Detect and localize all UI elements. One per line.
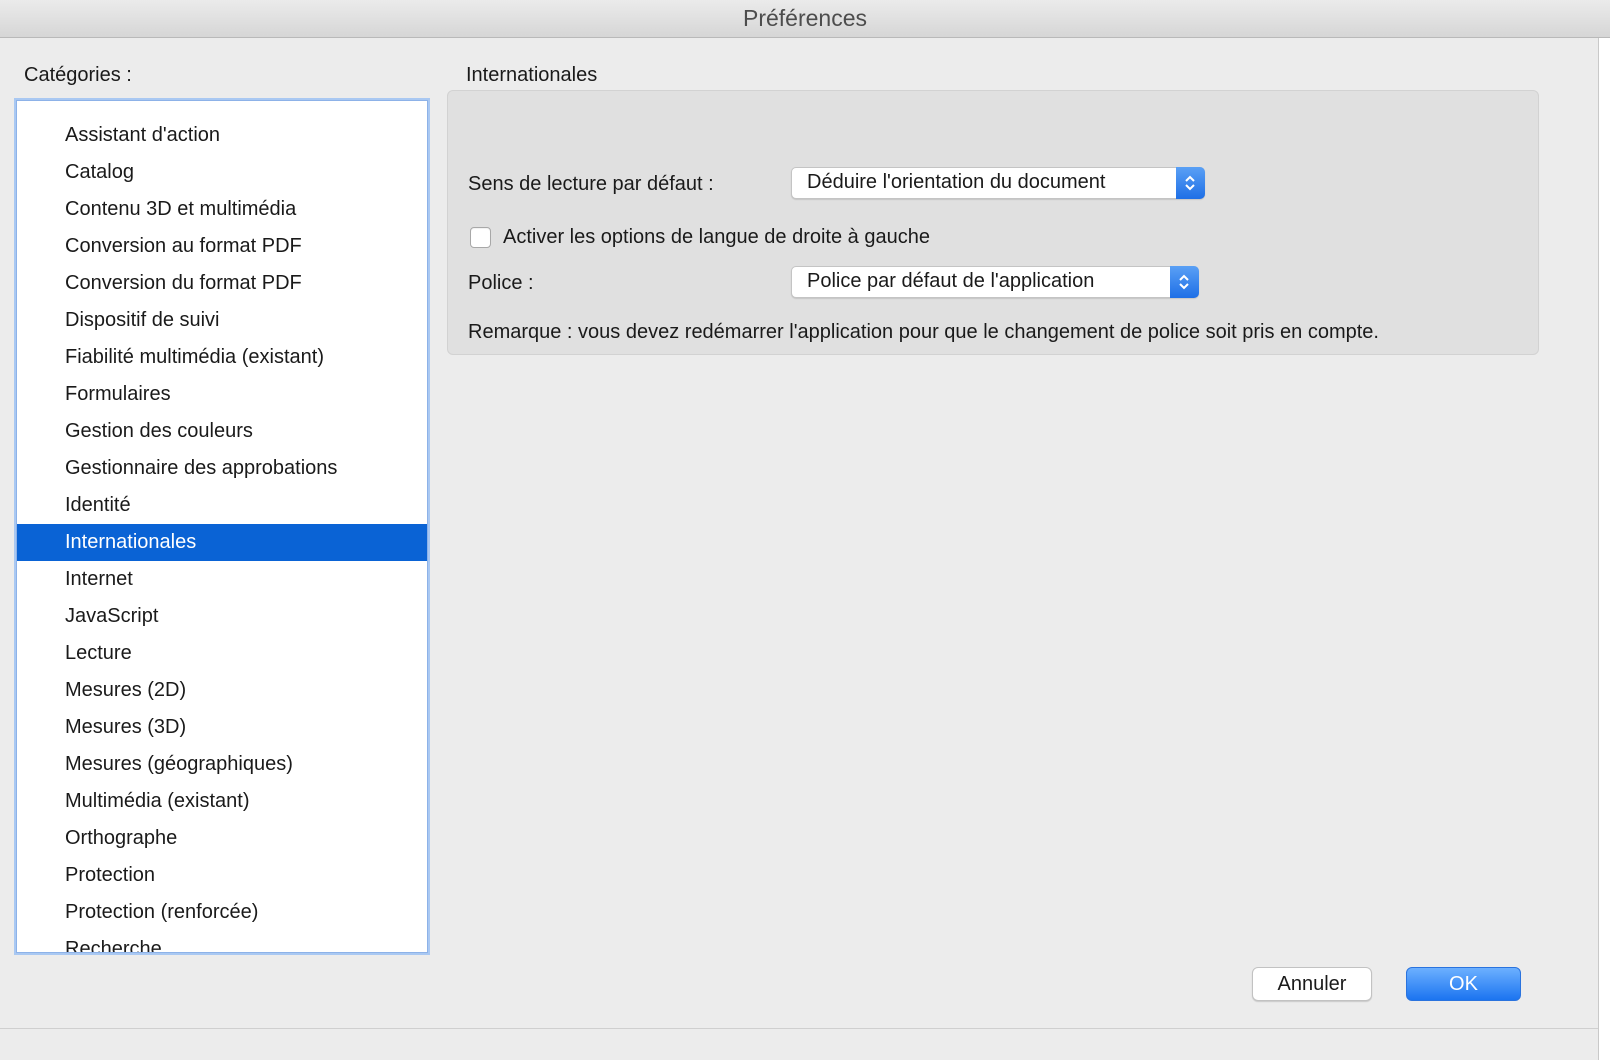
font-label: Police : [468,272,534,294]
category-item[interactable]: Mesures (3D) [17,709,427,746]
popup-stepper-icon [1176,167,1205,199]
ok-button[interactable]: OK [1406,967,1521,1001]
reading-direction-label: Sens de lecture par défaut : [468,173,714,195]
font-select[interactable]: Police par défaut de l'application [791,266,1199,298]
category-item[interactable]: JavaScript [17,598,427,635]
category-item[interactable]: Internationales [17,524,427,561]
category-item[interactable]: Recherche [17,931,427,952]
category-item[interactable]: Assistant d'action [17,117,427,154]
category-item[interactable]: Gestion des couleurs [17,413,427,450]
category-item[interactable]: Catalog [17,154,427,191]
font-value: Police par défaut de l'application [807,270,1095,292]
category-item[interactable]: Dispositif de suivi [17,302,427,339]
category-item[interactable]: Conversion du format PDF [17,265,427,302]
category-item[interactable]: Gestionnaire des approbations [17,450,427,487]
category-item[interactable]: Formulaires [17,376,427,413]
cancel-button[interactable]: Annuler [1252,967,1372,1001]
font-restart-note: Remarque : vous devez redémarrer l'appli… [468,321,1379,343]
section-title: Internationales [466,64,598,86]
category-item[interactable]: Fiabilité multimédia (existant) [17,339,427,376]
category-item[interactable]: Orthographe [17,820,427,857]
title-bar: Préférences [0,0,1610,38]
reading-direction-value: Déduire l'orientation du document [807,171,1106,193]
window-title: Préférences [742,5,867,31]
category-item[interactable]: Identité [17,487,427,524]
category-item[interactable]: Mesures (géographiques) [17,746,427,783]
category-item[interactable]: Lecture [17,635,427,672]
categories-label: Catégories : [24,64,132,86]
rtl-checkbox[interactable] [470,227,491,248]
category-item[interactable]: Contenu 3D et multimédia [17,191,427,228]
window-bottom-divider [0,1028,1598,1029]
window-edge [1598,38,1610,1060]
category-item[interactable]: Conversion au format PDF [17,228,427,265]
categories-list-items: Assistant d'action Catalog Contenu 3D et m… [17,117,427,952]
category-item[interactable]: Mesures (2D) [17,672,427,709]
popup-stepper-icon [1170,266,1199,298]
category-item[interactable]: Internet [17,561,427,598]
rtl-checkbox-label[interactable]: Activer les options de langue de droite … [503,226,930,249]
categories-list[interactable]: Assistant d'action Catalog Contenu 3D et m… [16,100,428,953]
category-item[interactable]: Multimédia (existant) [17,783,427,820]
reading-direction-select[interactable]: Déduire l'orientation du document [791,167,1205,199]
category-item[interactable]: Protection [17,857,427,894]
category-item[interactable]: Protection (renforcée) [17,894,427,931]
settings-group [447,90,1539,355]
